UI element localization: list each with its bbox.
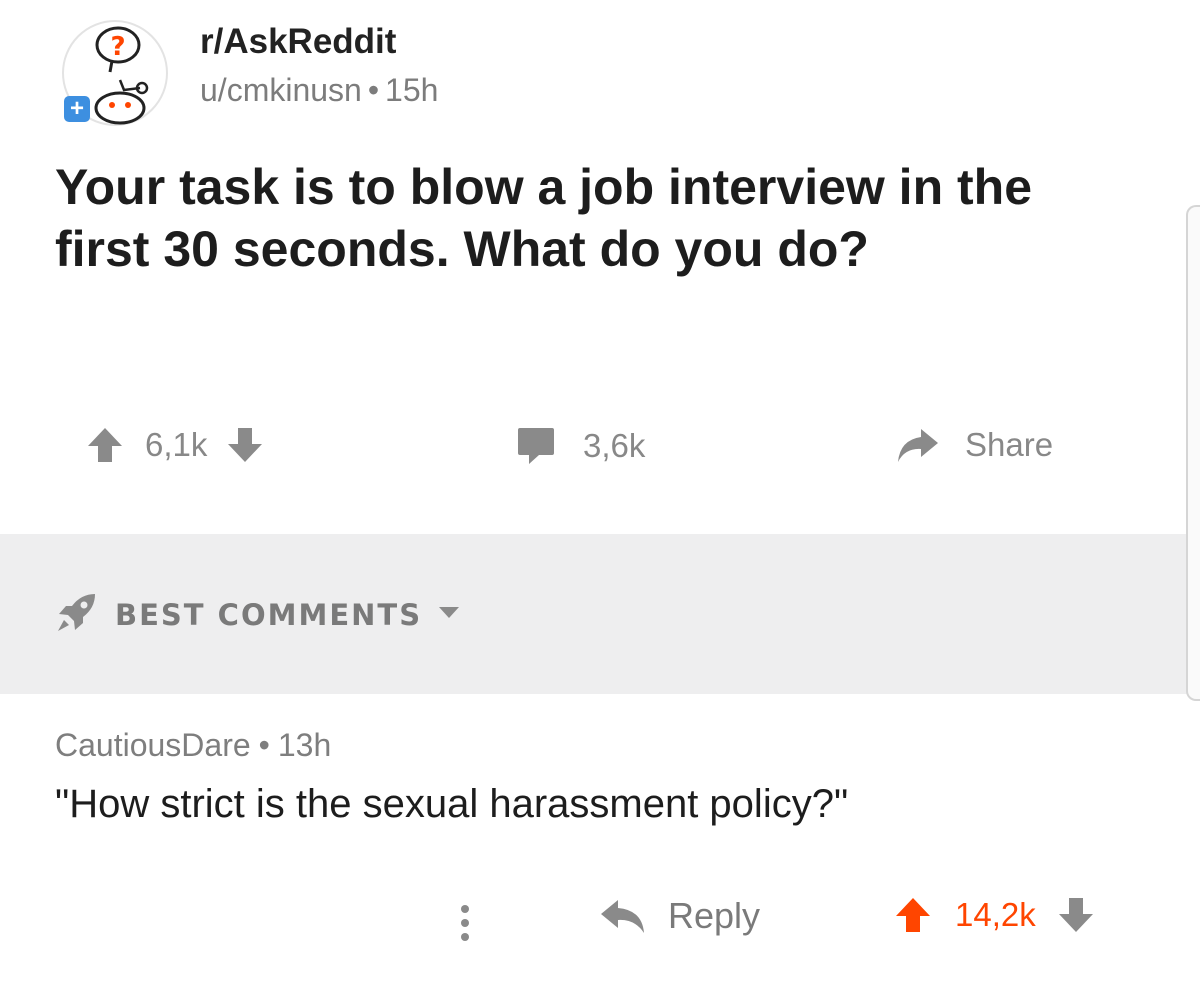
reply-label: Reply: [668, 895, 761, 936]
post-meta: u/cmkinusn • 15h: [200, 72, 438, 109]
comment-sort-bar: BEST COMMENTS: [0, 534, 1190, 694]
caret-down-icon: [438, 605, 460, 624]
comment-body: "How strict is the sexual harassment pol…: [55, 782, 849, 826]
comment-bubble-icon: [515, 425, 557, 467]
post-score: 6,1k: [145, 426, 208, 463]
comment-vote-group: 14,2k: [893, 895, 1096, 935]
subreddit-name[interactable]: r/AskReddit: [200, 22, 396, 62]
comment-score: 14,2k: [955, 896, 1036, 933]
post-age: 15h: [385, 72, 439, 108]
comment-author[interactable]: CautiousDare: [55, 727, 251, 763]
comment-sort-dropdown[interactable]: BEST COMMENTS: [55, 590, 460, 639]
svg-text:?: ?: [110, 32, 125, 62]
upvote-arrow-icon[interactable]: [893, 895, 933, 935]
more-options-icon[interactable]: [450, 905, 480, 949]
post-title: Your task is to blow a job interview in …: [55, 159, 1033, 277]
reply-button[interactable]: Reply: [598, 895, 760, 937]
scrollbar[interactable]: [1186, 205, 1200, 701]
upvote-arrow-icon[interactable]: [85, 425, 125, 465]
comments-count: 3,6k: [583, 427, 646, 464]
comment-age: 13h: [277, 727, 332, 763]
post-actions: 6,1k 3,6k Share: [0, 425, 1200, 485]
share-button[interactable]: Share: [895, 425, 1053, 465]
comments-button[interactable]: 3,6k: [515, 425, 645, 467]
post-header: ? + r/AskReddit u/cmkinusn • 15h: [60, 18, 660, 128]
plus-icon[interactable]: +: [64, 96, 90, 122]
meta-separator: •: [367, 72, 380, 108]
meta-separator: •: [258, 727, 270, 763]
post-author[interactable]: u/cmkinusn: [200, 72, 362, 108]
post-vote-group: 6,1k: [85, 425, 265, 465]
comment-meta: CautiousDare • 13h: [55, 727, 331, 764]
rocket-icon: [55, 590, 99, 639]
comment-actions: Reply 14,2k: [0, 895, 1200, 955]
share-arrow-icon: [895, 425, 941, 465]
sort-label: BEST COMMENTS: [115, 597, 423, 632]
downvote-arrow-icon[interactable]: [1056, 895, 1096, 935]
downvote-arrow-icon[interactable]: [225, 425, 265, 465]
share-label: Share: [965, 426, 1054, 463]
reply-arrow-icon: [598, 896, 648, 936]
